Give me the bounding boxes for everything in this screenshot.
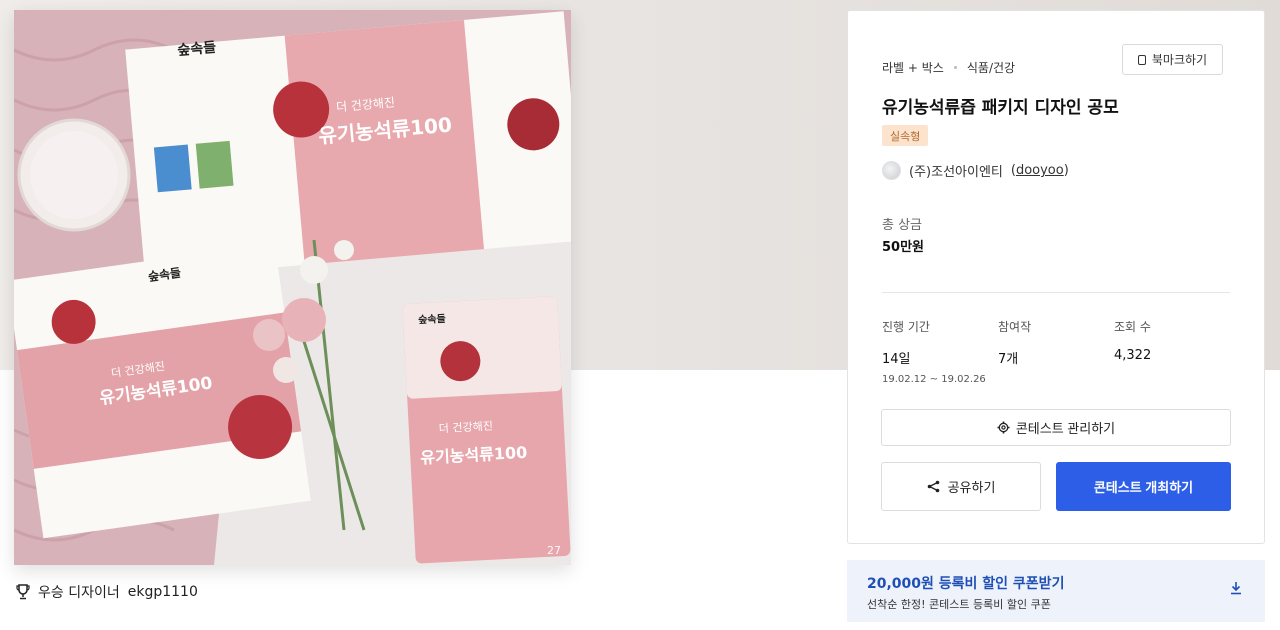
manage-contest-label: 콘테스트 관리하기 xyxy=(1015,421,1116,436)
host-id-link[interactable]: dooyoo xyxy=(1016,163,1064,178)
period-label: 진행 기간 xyxy=(882,320,930,334)
trophy-icon xyxy=(16,584,30,600)
plan-badge: 실속형 xyxy=(882,125,929,146)
coupon-title: 20,000원 등록비 할인 쿠폰받기 xyxy=(867,576,1065,592)
divider xyxy=(882,292,1230,293)
share-button[interactable]: 공유하기 xyxy=(881,462,1041,511)
bookmark-label: 북마크하기 xyxy=(1151,53,1208,67)
svg-text:숲속들: 숲속들 xyxy=(177,40,217,59)
contest-title: 유기농석류즙 패키지 디자인 공모 xyxy=(882,98,1119,118)
svg-text:더 건강해진: 더 건강해진 xyxy=(438,419,493,436)
coupon-banner[interactable]: 20,000원 등록비 할인 쿠폰받기 선착순 한정! 콘테스트 등록비 할인 … xyxy=(847,560,1265,622)
product-photo: 더 건강해진 유기농석류100 숲속들 더 건강해진 유기농석류100 숲속들 xyxy=(14,10,571,565)
host-avatar xyxy=(882,161,901,180)
breadcrumb-separator xyxy=(953,66,957,69)
host-contest-button[interactable]: 콘테스트 개최하기 xyxy=(1056,462,1231,511)
winner-designer[interactable]: ekgp1110 xyxy=(128,584,198,600)
views-value: 4,322 xyxy=(1114,348,1152,363)
prize-label: 총 상금 xyxy=(882,218,923,233)
bookmark-icon xyxy=(1137,54,1146,65)
stat-views: 조회 수 4,322 xyxy=(1114,318,1151,363)
views-label: 조회 수 xyxy=(1114,320,1151,334)
category-label-box[interactable]: 라벨 + 박스 xyxy=(882,59,944,76)
manage-contest-button[interactable]: 콘테스트 관리하기 xyxy=(881,409,1231,446)
host-name: (주)조선아이엔티 xyxy=(909,165,1003,180)
winner-label: 우승 디자이너 xyxy=(38,585,120,601)
contest-main-image[interactable]: 더 건강해진 유기농석류100 숲속들 더 건강해진 유기농석류100 숲속들 xyxy=(14,10,571,565)
stat-entries: 참여작 7개 xyxy=(998,318,1031,367)
download-icon[interactable] xyxy=(1229,580,1243,596)
breadcrumb: 라벨 + 박스 식품/건강 xyxy=(882,59,1015,76)
gear-icon xyxy=(997,421,1010,434)
bookmark-button[interactable]: 북마크하기 xyxy=(1122,44,1223,75)
prize-value: 50만원 xyxy=(882,240,925,255)
entries-value: 7개 xyxy=(998,352,1019,367)
coupon-subtitle: 선착순 한정! 콘테스트 등록비 할인 쿠폰 xyxy=(867,598,1051,611)
share-label: 공유하기 xyxy=(947,480,996,495)
period-value: 14일 xyxy=(882,352,911,367)
contest-info-card: 라벨 + 박스 식품/건강 북마크하기 유기농석류즙 패키지 디자인 공모 실속… xyxy=(847,10,1265,544)
period-dates: 19.02.12 ~ 19.02.26 xyxy=(882,374,986,385)
category-food-health[interactable]: 식품/건강 xyxy=(967,59,1015,76)
winner-info: 우승 디자이너 ekgp1110 xyxy=(16,582,198,602)
stat-period: 진행 기간 14일 19.02.12 ~ 19.02.26 xyxy=(882,318,986,385)
entries-label: 참여작 xyxy=(998,320,1032,334)
image-counter: 27 xyxy=(547,544,561,557)
host-info: (주)조선아이엔티 (dooyoo) xyxy=(882,161,1069,180)
svg-text:숲속들: 숲속들 xyxy=(418,313,446,326)
share-icon xyxy=(927,480,939,493)
